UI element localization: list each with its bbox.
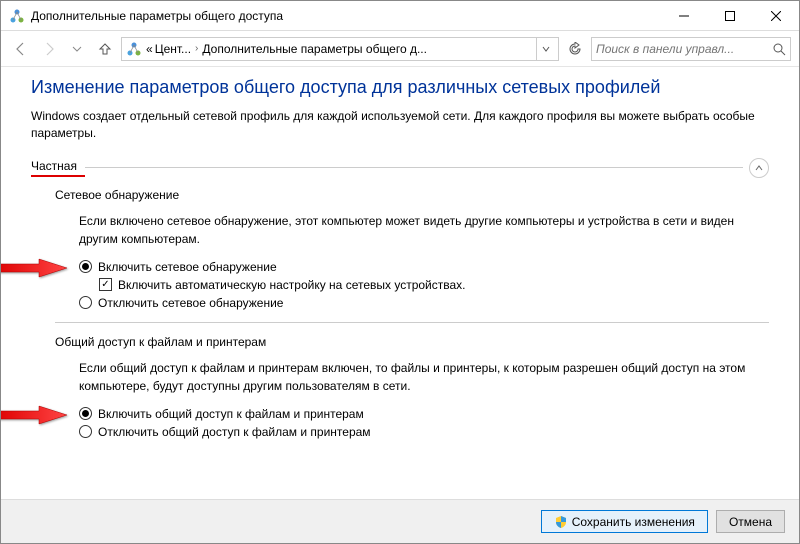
radio-discovery-off[interactable]: Отключить сетевое обнаружение <box>79 296 769 310</box>
footer: Сохранить изменения Отмена <box>1 499 799 543</box>
radio-label: Включить сетевое обнаружение <box>98 260 277 274</box>
annotation-arrow <box>1 258 69 278</box>
file-sharing-title: Общий доступ к файлам и принтерам <box>55 335 769 349</box>
radio-label: Включить общий доступ к файлам и принтер… <box>98 407 364 421</box>
radio-icon <box>79 296 92 309</box>
save-button-label: Сохранить изменения <box>572 515 695 529</box>
file-sharing-section: Общий доступ к файлам и принтерам Если о… <box>55 335 769 439</box>
recent-button[interactable] <box>65 37 89 61</box>
minimize-button[interactable] <box>661 1 707 31</box>
breadcrumb-dropdown[interactable] <box>536 38 554 60</box>
forward-button[interactable] <box>37 37 61 61</box>
file-sharing-description: Если общий доступ к файлам и принтерам в… <box>79 359 769 395</box>
section-private-title: Частная <box>31 159 85 177</box>
page-description: Windows создает отдельный сетевой профил… <box>31 108 769 142</box>
radio-label: Отключить сетевое обнаружение <box>98 296 283 310</box>
back-button[interactable] <box>9 37 33 61</box>
window-title: Дополнительные параметры общего доступа <box>31 9 661 23</box>
refresh-button[interactable] <box>563 37 587 61</box>
toolbar: « Цент... › Дополнительные параметры общ… <box>1 31 799 67</box>
network-discovery-description: Если включено сетевое обнаружение, этот … <box>79 212 769 248</box>
breadcrumb-part2[interactable]: Дополнительные параметры общего д... <box>202 42 427 56</box>
divider <box>55 322 769 323</box>
cancel-button[interactable]: Отмена <box>716 510 785 533</box>
close-button[interactable] <box>753 1 799 31</box>
breadcrumb[interactable]: « Цент... › Дополнительные параметры общ… <box>121 37 559 61</box>
up-button[interactable] <box>93 37 117 61</box>
breadcrumb-part1[interactable]: Цент... <box>155 42 191 56</box>
breadcrumb-icon <box>126 41 142 57</box>
network-discovery-section: Сетевое обнаружение Если включено сетево… <box>55 188 769 310</box>
save-button[interactable]: Сохранить изменения <box>541 510 708 533</box>
network-discovery-title: Сетевое обнаружение <box>55 188 769 202</box>
checkbox-label: Включить автоматическую настройку на сет… <box>118 278 466 292</box>
radio-sharing-on[interactable]: Включить общий доступ к файлам и принтер… <box>79 407 769 421</box>
titlebar: Дополнительные параметры общего доступа <box>1 1 799 31</box>
radio-label: Отключить общий доступ к файлам и принте… <box>98 425 371 439</box>
radio-icon <box>79 425 92 438</box>
chevron-right-icon[interactable]: › <box>193 43 200 54</box>
app-icon <box>9 8 25 24</box>
search-input[interactable] <box>596 42 772 56</box>
maximize-button[interactable] <box>707 1 753 31</box>
checkbox-auto-setup[interactable]: ✓ Включить автоматическую настройку на с… <box>99 278 769 292</box>
checkbox-icon: ✓ <box>99 278 112 291</box>
shield-icon <box>554 515 568 529</box>
radio-sharing-off[interactable]: Отключить общий доступ к файлам и принте… <box>79 425 769 439</box>
page-heading: Изменение параметров общего доступа для … <box>31 77 769 98</box>
window-controls <box>661 1 799 31</box>
divider <box>85 167 743 168</box>
section-private-header[interactable]: Частная <box>31 158 769 178</box>
radio-icon <box>79 407 92 420</box>
radio-icon <box>79 260 92 273</box>
annotation-arrow <box>1 405 69 425</box>
breadcrumb-prefix: « <box>146 42 153 56</box>
content-area: Изменение параметров общего доступа для … <box>1 67 799 499</box>
search-icon[interactable] <box>772 42 786 56</box>
network-discovery-options: Включить сетевое обнаружение ✓ Включить … <box>79 260 769 310</box>
radio-discovery-on[interactable]: Включить сетевое обнаружение <box>79 260 769 274</box>
collapse-button[interactable] <box>749 158 769 178</box>
search-box[interactable] <box>591 37 791 61</box>
cancel-button-label: Отмена <box>729 515 772 529</box>
file-sharing-options: Включить общий доступ к файлам и принтер… <box>79 407 769 439</box>
